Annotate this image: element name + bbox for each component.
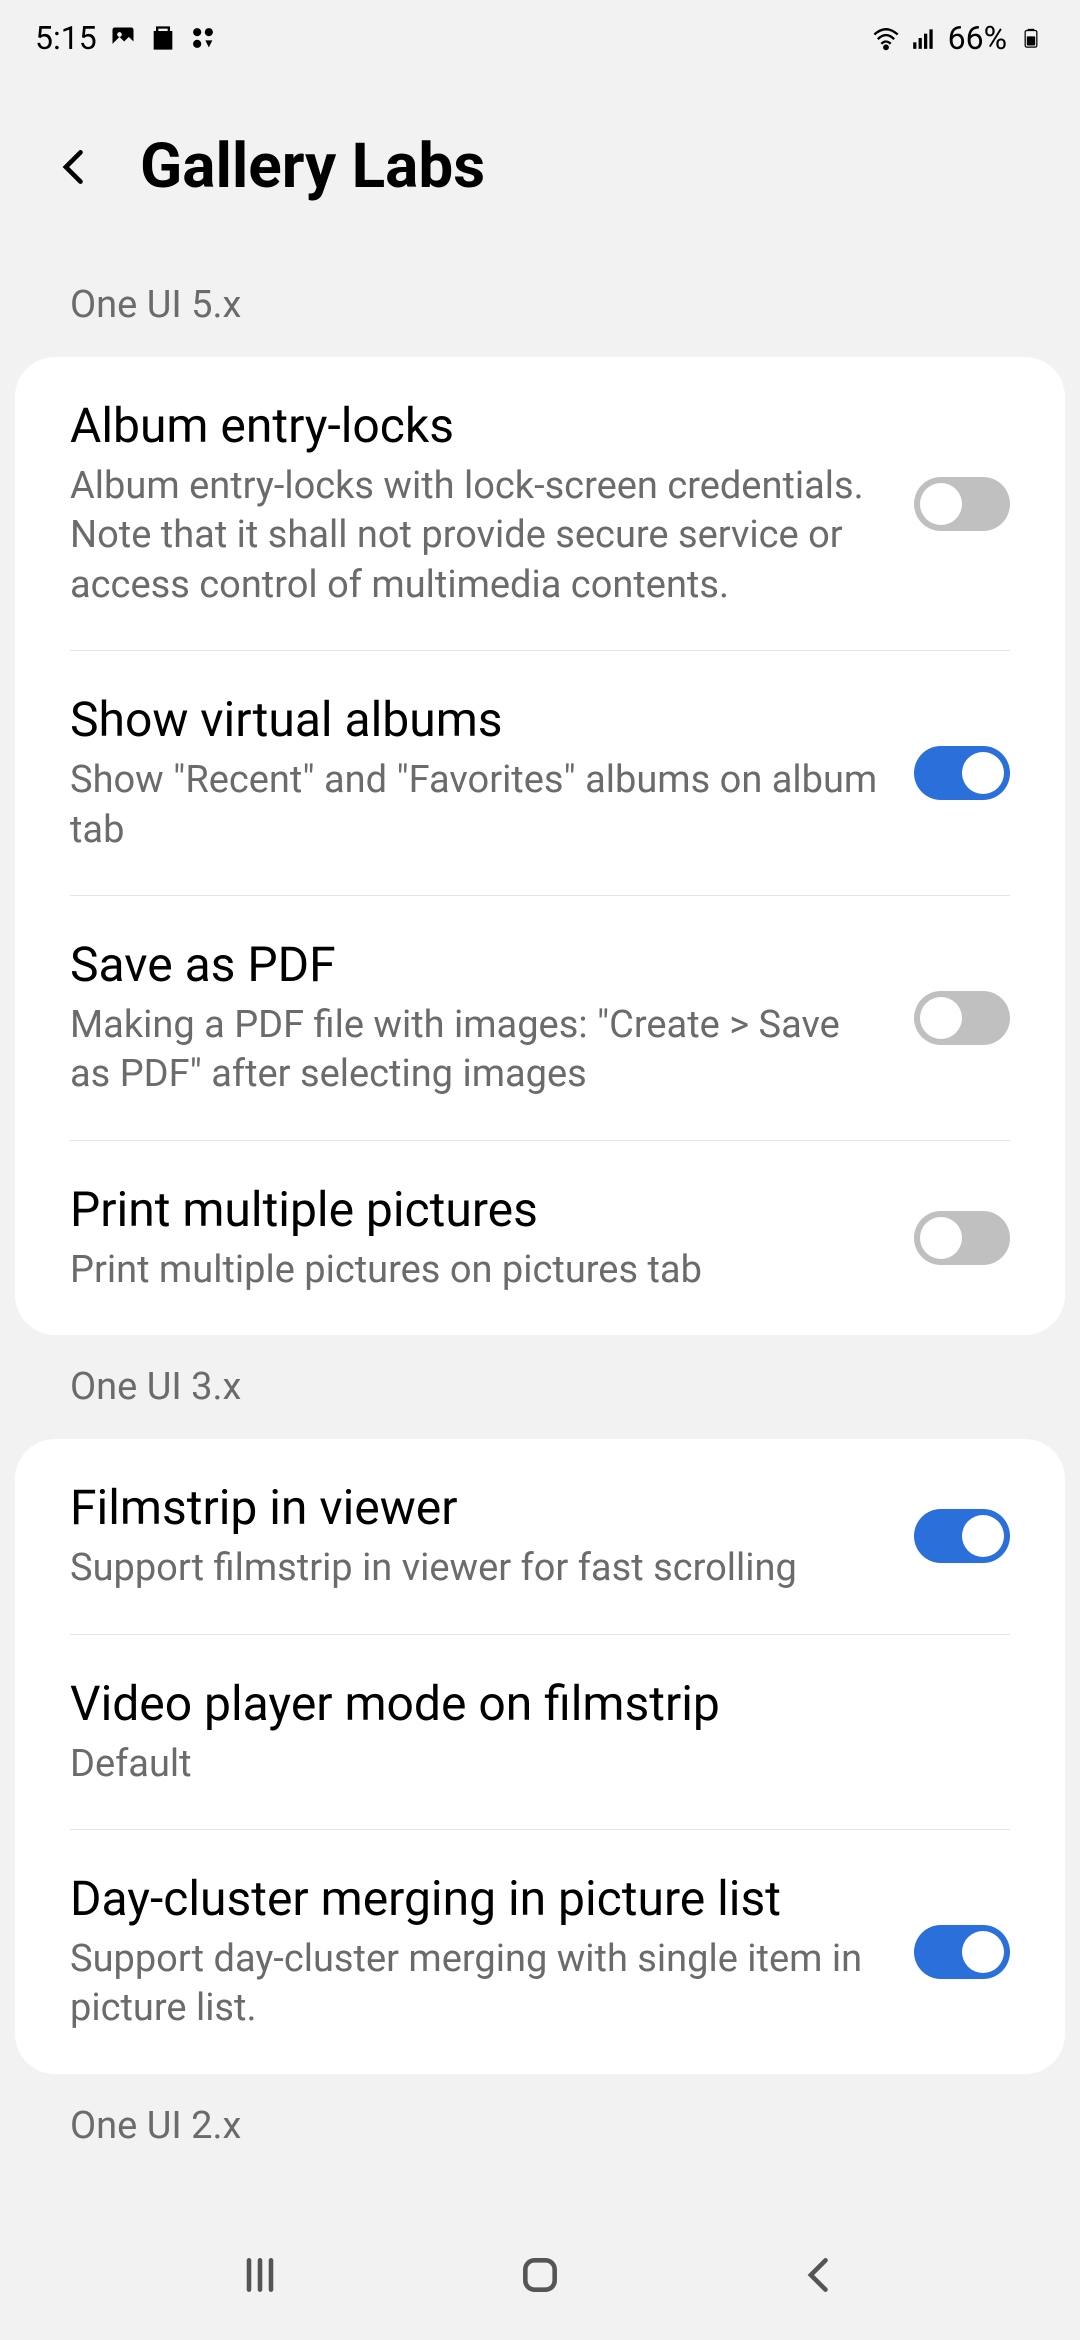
toggle-show-virtual-albums[interactable] [914, 746, 1010, 800]
toggle-filmstrip-in-viewer[interactable] [914, 1509, 1010, 1563]
setting-title: Album entry-locks [70, 397, 884, 454]
nav-back-button[interactable] [790, 2245, 850, 2305]
status-bar: 5:15 [0, 0, 1080, 75]
status-bar-right: 66% [872, 19, 1045, 57]
setting-save-as-pdf[interactable]: Save as PDF Making a PDF file with image… [15, 896, 1065, 1140]
setting-album-entry-locks[interactable]: Album entry-locks Album entry-locks with… [15, 357, 1065, 650]
nav-recents-button[interactable] [230, 2245, 290, 2305]
setting-subtitle: Support day-cluster merging with single … [70, 1935, 884, 2034]
setting-video-player-mode[interactable]: Video player mode on filmstrip Default [15, 1635, 1065, 1829]
status-time: 5:15 [35, 19, 97, 57]
wifi-icon [872, 24, 900, 52]
setting-title: Video player mode on filmstrip [70, 1675, 1010, 1732]
section-card-oneui3: Filmstrip in viewer Support filmstrip in… [15, 1439, 1065, 2074]
page-title: Gallery Labs [140, 130, 485, 203]
setting-subtitle: Print multiple pictures on pictures tab [70, 1246, 884, 1295]
setting-subtitle: Show "Recent" and "Favorites" albums on … [70, 756, 884, 855]
store-notification-icon [149, 24, 177, 52]
section-card-oneui5: Album entry-locks Album entry-locks with… [15, 357, 1065, 1335]
setting-title: Day-cluster merging in picture list [70, 1870, 884, 1927]
setting-filmstrip-in-viewer[interactable]: Filmstrip in viewer Support filmstrip in… [15, 1439, 1065, 1633]
battery-text: 66% [948, 19, 1007, 57]
back-button[interactable] [50, 142, 100, 192]
setting-show-virtual-albums[interactable]: Show virtual albums Show "Recent" and "F… [15, 651, 1065, 895]
navigation-bar [0, 2210, 1080, 2340]
gallery-notification-icon [109, 24, 137, 52]
section-header-oneui5: One UI 5.x [0, 253, 1080, 357]
toggle-album-entry-locks[interactable] [914, 477, 1010, 531]
section-header-oneui3: One UI 3.x [0, 1335, 1080, 1439]
setting-title: Show virtual albums [70, 691, 884, 748]
content-scroll[interactable]: One UI 5.x Album entry-locks Album entry… [0, 253, 1080, 2210]
toggle-save-as-pdf[interactable] [914, 991, 1010, 1045]
setting-subtitle: Making a PDF file with images: "Create >… [70, 1001, 884, 1100]
header: Gallery Labs [0, 75, 1080, 253]
setting-title: Save as PDF [70, 936, 884, 993]
setting-title: Print multiple pictures [70, 1181, 884, 1238]
setting-subtitle: Support filmstrip in viewer for fast scr… [70, 1544, 884, 1593]
dots-notification-icon [189, 24, 217, 52]
setting-subtitle: Default [70, 1740, 1010, 1789]
signal-icon [910, 24, 938, 52]
section-header-oneui2: One UI 2.x [0, 2074, 1080, 2178]
setting-title: Filmstrip in viewer [70, 1479, 884, 1536]
battery-icon [1017, 24, 1045, 52]
toggle-day-cluster-merging[interactable] [914, 1925, 1010, 1979]
nav-home-button[interactable] [510, 2245, 570, 2305]
toggle-print-multiple-pictures[interactable] [914, 1211, 1010, 1265]
status-bar-left: 5:15 [35, 19, 217, 57]
setting-day-cluster-merging[interactable]: Day-cluster merging in picture list Supp… [15, 1830, 1065, 2074]
setting-subtitle: Album entry-locks with lock-screen crede… [70, 462, 884, 610]
setting-print-multiple-pictures[interactable]: Print multiple pictures Print multiple p… [15, 1141, 1065, 1335]
